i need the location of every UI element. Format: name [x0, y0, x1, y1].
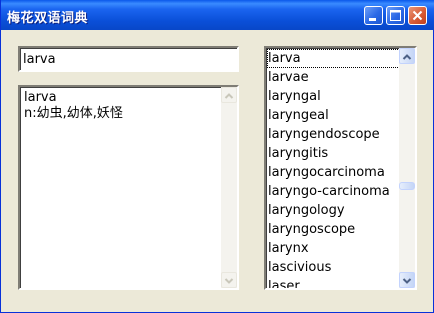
- maximize-icon: [390, 10, 401, 21]
- close-button[interactable]: [408, 6, 427, 25]
- title-bar[interactable]: 梅花双语词典: [1, 0, 434, 30]
- arrow-down-icon: [224, 278, 234, 284]
- close-icon: [412, 10, 423, 21]
- definition-meaning: n:幼虫,幼体,妖怪: [24, 106, 123, 121]
- list-item[interactable]: laryngeal: [267, 106, 400, 125]
- word-list-scroll-up-button[interactable]: [399, 48, 415, 64]
- list-item[interactable]: laryngo-carcinoma: [267, 182, 400, 201]
- arrow-up-icon: [224, 93, 234, 99]
- definition-text: larva n:幼虫,幼体,妖怪: [24, 90, 123, 122]
- arrow-up-icon: [402, 54, 412, 60]
- list-item[interactable]: laryngal: [267, 87, 400, 106]
- definition-word: larva: [24, 90, 57, 105]
- main-window: 梅花双语词典 larva larva n:幼虫,幼体,妖怪 larva larva…: [0, 0, 434, 313]
- definition-scroll-up-button[interactable]: [221, 87, 237, 103]
- list-item[interactable]: laryngitis: [267, 144, 400, 163]
- search-input-value: larva: [23, 52, 56, 67]
- list-item[interactable]: laryngocarcinoma: [267, 163, 400, 182]
- minimize-button[interactable]: [364, 6, 383, 25]
- word-list-scroll-thumb[interactable]: [399, 182, 415, 190]
- definition-scrollbar[interactable]: [221, 87, 237, 288]
- definition-box[interactable]: larva n:幼虫,幼体,妖怪: [18, 85, 239, 290]
- list-item[interactable]: larvae: [267, 68, 400, 87]
- maximize-button[interactable]: [386, 6, 405, 25]
- list-item[interactable]: larva: [267, 49, 400, 68]
- search-input[interactable]: larva: [18, 46, 239, 72]
- list-item[interactable]: laryngendoscope: [267, 125, 400, 144]
- definition-scroll-down-button[interactable]: [221, 272, 237, 288]
- list-item[interactable]: laryngoscope: [267, 220, 400, 239]
- list-item[interactable]: laryngology: [267, 201, 400, 220]
- word-list-scroll-down-button[interactable]: [399, 272, 415, 288]
- list-item[interactable]: laser: [267, 277, 400, 288]
- list-item[interactable]: lascivious: [267, 258, 400, 277]
- arrow-down-icon: [402, 278, 412, 284]
- word-list-scrollbar[interactable]: [399, 48, 415, 288]
- minimize-icon: [369, 18, 376, 21]
- window-title: 梅花双语词典: [7, 11, 89, 26]
- word-list[interactable]: larva larvae laryngal laryngeal laryngendosc…: [264, 46, 417, 290]
- list-item[interactable]: larynx: [267, 239, 400, 258]
